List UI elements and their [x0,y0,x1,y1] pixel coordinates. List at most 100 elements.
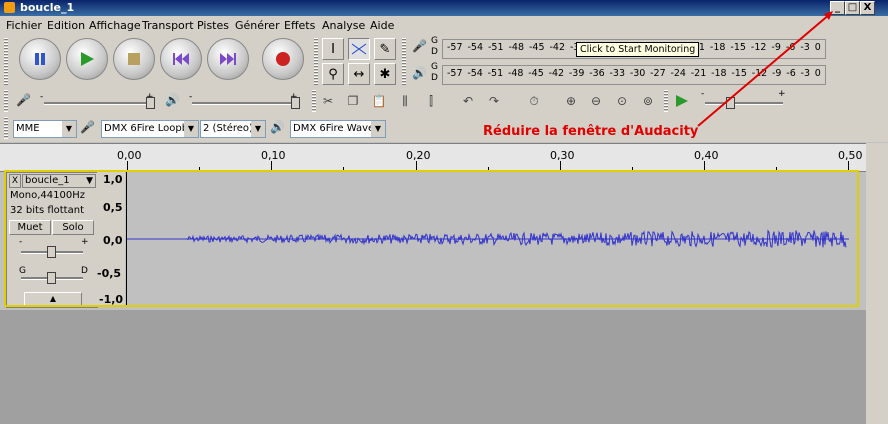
speaker-icon: 🔊 [270,120,285,134]
meter-tick: -45 [528,68,544,79]
envelope-tool[interactable] [348,38,370,60]
menu-fichier[interactable]: Fichier [6,19,42,32]
meter-grip[interactable] [402,38,406,86]
input-device-select[interactable]: DMX 6Fire Loopb ▼ [101,120,199,138]
ruler-label: 0,30 [550,149,575,162]
play-at-speed-button[interactable] [672,91,692,111]
redo-button[interactable]: ↷ [484,91,504,111]
pencil-icon: ✎ [379,41,391,57]
menu-pistes[interactable]: Pistes [197,19,229,32]
play-icon [676,95,688,107]
copy-icon: ❐ [347,94,359,108]
zoom-in-icon: ⊕ [565,94,577,108]
menu-aide[interactable]: Aide [370,19,394,32]
annotation-arrow [697,11,833,127]
device-grip[interactable] [4,117,8,139]
fit-selection-button[interactable]: ⊙ [612,91,632,111]
play-icon [81,52,94,66]
track-focus-frame [4,170,859,307]
cut-button[interactable]: ✂ [318,91,338,111]
paste-button[interactable]: 📋 [369,91,389,111]
maximize-button[interactable]: □ [845,1,860,15]
scissors-icon: ✂ [322,94,334,108]
play-button[interactable] [66,38,108,80]
output-slider-min: - [189,92,193,102]
annotation-text: Réduire la fenêtre d'Audacity [483,124,699,139]
play-at-speed-grip[interactable] [664,90,668,112]
input-volume-thumb[interactable] [146,97,155,109]
ruler-label: 0,20 [406,149,431,162]
sync-lock-button[interactable]: ⏱ [524,91,544,111]
skip-start-button[interactable] [160,38,202,80]
pause-icon [35,53,45,65]
silence-button[interactable]: ⫿ [421,91,441,111]
copy-button[interactable]: ❐ [343,91,363,111]
meter-tick: -57 [447,68,463,79]
menu-transport[interactable]: Transport [142,19,194,32]
meter-tick: -54 [467,68,483,79]
chevron-down-icon: ▼ [371,121,385,137]
close-button[interactable]: X [860,1,875,15]
ruler-label: 0,50 [838,149,863,162]
host-select[interactable]: MME ▼ [13,120,77,138]
input-device-value: DMX 6Fire Loopb [104,123,189,134]
microphone-icon: 🎤 [412,39,427,53]
output-volume-thumb[interactable] [291,97,300,109]
meter-tick: -39 [568,68,585,79]
meter-right-label: D [431,47,438,57]
undo-button[interactable]: ↶ [458,91,478,111]
zoom-in-button[interactable]: ⊕ [561,91,581,111]
pause-button[interactable] [19,38,61,80]
output-device-select[interactable]: DMX 6Fire Wave ▼ [290,120,386,138]
mixer-grip[interactable] [4,90,8,112]
menu-generer[interactable]: Générer [235,19,280,32]
tools-grip[interactable] [314,38,318,86]
trim-button[interactable]: ⫼ [395,91,415,111]
meter-tick: -48 [507,68,524,79]
input-volume-icon: 🎤 [16,93,31,107]
record-icon [276,52,290,66]
selection-tool[interactable]: I [322,38,344,60]
monitoring-tooltip: Click to Start Monitoring [576,42,700,57]
double-arrow-icon: ↔ [353,66,365,82]
skip-end-button[interactable] [207,38,249,80]
toolbar-grip[interactable] [4,38,8,86]
timeshift-tool[interactable]: ↔ [348,63,370,85]
fit-selection-icon: ⊙ [616,94,628,108]
edit-grip[interactable] [312,90,316,112]
undo-icon: ↶ [462,94,474,108]
menu-analyse[interactable]: Analyse [322,19,365,32]
draw-tool[interactable]: ✎ [374,38,396,60]
meter-tick: -48 [508,42,525,53]
empty-track-area[interactable] [0,310,866,424]
channels-select[interactable]: 2 (Stéreo) ▼ [200,120,266,138]
redo-icon: ↷ [488,94,500,108]
output-volume-slider[interactable] [192,102,300,105]
menu-effets[interactable]: Effets [284,19,315,32]
fit-project-icon: ⊚ [642,94,654,108]
chevron-down-icon: ▼ [251,121,265,137]
timeline-ruler[interactable]: 0,00 0,10 0,20 0,30 0,40 0,50 [0,143,866,172]
zoom-tool[interactable]: ⚲ [322,63,344,85]
vertical-scrollbar[interactable] [866,143,888,424]
skip-start-icon [173,53,189,65]
stop-icon [128,53,140,65]
menu-affichage[interactable]: Affichage [89,19,141,32]
chevron-down-icon: ▼ [184,121,198,137]
skip-end-icon [220,53,236,65]
record-button[interactable] [262,38,304,80]
fit-project-button[interactable]: ⊚ [638,91,658,111]
microphone-icon: 🎤 [80,120,95,134]
magnifier-icon: ⚲ [328,66,338,82]
stop-button[interactable] [113,38,155,80]
multi-tool[interactable]: ✱ [374,63,396,85]
meter-left-label: G [431,36,438,46]
meter-tick: -24 [670,68,686,79]
envelope-icon [351,43,367,55]
paste-icon: 📋 [371,94,387,108]
menu-edition[interactable]: Edition [47,19,85,32]
input-volume-slider[interactable] [44,102,152,105]
window-title: boucle_1 [20,1,75,14]
ibeam-icon: I [331,41,335,57]
zoom-out-button[interactable]: ⊖ [586,91,606,111]
